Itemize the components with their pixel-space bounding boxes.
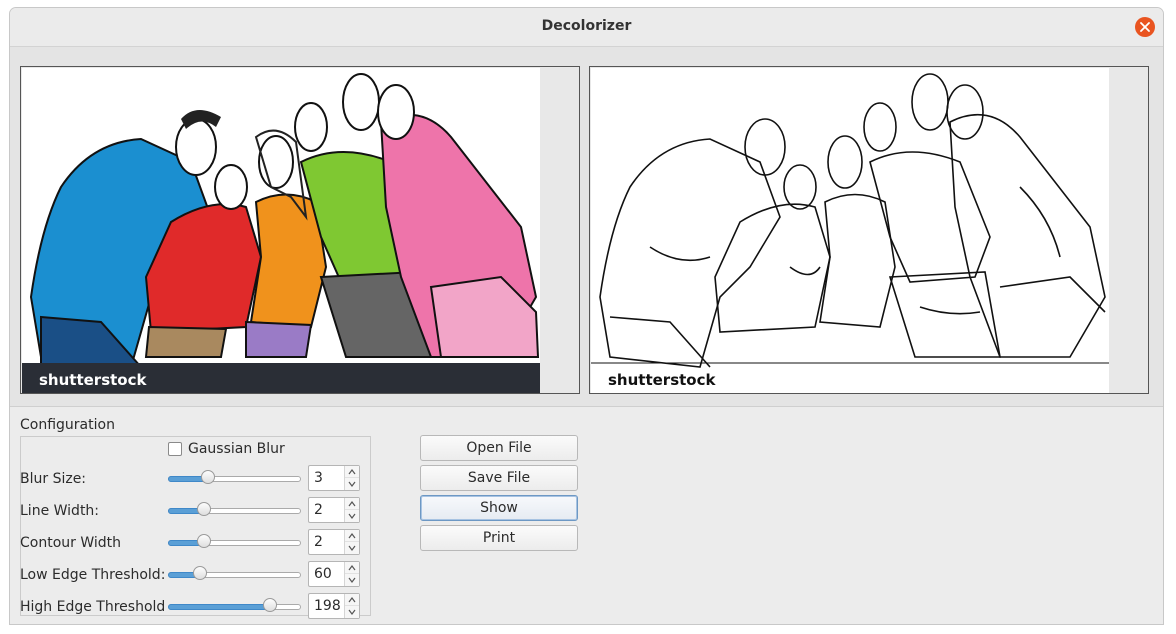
spin-down-button[interactable] [345,510,359,522]
slider-handle[interactable] [193,566,207,580]
spin-up-button[interactable] [345,562,359,574]
edges-image: shutterstock [590,67,1148,393]
edges-image-panel: shutterstock [589,66,1149,394]
low-edge-threshold-slider[interactable] [168,566,301,582]
slider-handle[interactable] [201,470,215,484]
chevron-down-icon [348,577,356,583]
window-title: Decolorizer [541,18,632,34]
checkbox-icon[interactable] [168,442,182,456]
spin-down-button[interactable] [345,574,359,586]
image-preview-area: shutterstock shutterstock [10,47,1163,407]
blur-size-spinbox[interactable]: 3 [308,465,360,491]
slider-handle[interactable] [197,502,211,516]
source-image: shutterstock [21,67,579,393]
slider-handle[interactable] [197,534,211,548]
high-edge-threshold-value[interactable]: 198 [314,598,341,614]
low-edge-threshold-label: Low Edge Threshold: [20,567,166,583]
spin-up-button[interactable] [345,498,359,510]
gaussian-blur-label: Gaussian Blur [188,441,285,457]
app-window: Decolorizer shutterstock shutterstock Co… [9,7,1164,625]
line-width-spinbox[interactable]: 2 [308,497,360,523]
contour-width-label: Contour Width [20,535,122,551]
open-file-button[interactable]: Open File [420,435,578,461]
gaussian-blur-checkbox[interactable]: Gaussian Blur [168,440,285,458]
line-width-value[interactable]: 2 [314,502,323,518]
source-watermark: shutterstock [39,371,147,389]
spin-down-button[interactable] [345,542,359,554]
save-file-button[interactable]: Save File [420,465,578,491]
spin-down-button[interactable] [345,478,359,490]
chevron-down-icon [348,513,356,519]
configuration-label: Configuration [20,417,115,433]
high-edge-threshold-spinbox[interactable]: 198 [308,593,360,619]
source-image-panel: shutterstock [20,66,580,394]
contour-width-value[interactable]: 2 [314,534,323,550]
spin-up-button[interactable] [345,530,359,542]
blur-size-label: Blur Size: [20,471,87,487]
chevron-down-icon [348,481,356,487]
chevron-up-icon [348,597,356,603]
slider-fill [168,604,270,610]
line-width-slider[interactable] [168,502,301,518]
chevron-up-icon [348,501,356,507]
show-button[interactable]: Show [420,495,578,521]
high-edge-threshold-label: High Edge Threshold [20,599,166,615]
low-edge-threshold-value[interactable]: 60 [314,566,332,582]
chevron-down-icon [348,545,356,551]
spin-up-button[interactable] [345,466,359,478]
low-edge-threshold-spinbox[interactable]: 60 [308,561,360,587]
chevron-down-icon [348,609,356,615]
close-button[interactable] [1135,17,1155,37]
title-bar: Decolorizer [10,8,1163,47]
close-icon [1140,22,1150,32]
contour-width-spinbox[interactable]: 2 [308,529,360,555]
contour-width-slider[interactable] [168,534,301,550]
configuration-group [20,436,371,616]
spin-up-button[interactable] [345,594,359,606]
chevron-up-icon [348,469,356,475]
chevron-up-icon [348,533,356,539]
edges-watermark: shutterstock [608,371,716,389]
blur-size-slider[interactable] [168,470,301,486]
line-width-label: Line Width: [20,503,100,519]
blur-size-value[interactable]: 3 [314,470,323,486]
slider-handle[interactable] [263,598,277,612]
print-button[interactable]: Print [420,525,578,551]
spin-down-button[interactable] [345,606,359,618]
chevron-up-icon [348,565,356,571]
high-edge-threshold-slider[interactable] [168,598,301,614]
